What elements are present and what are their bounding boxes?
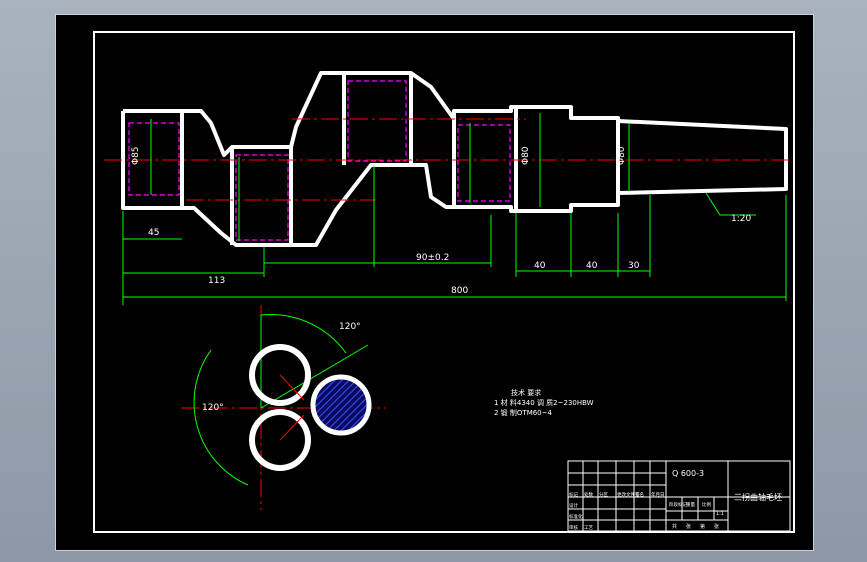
dim-dia-shaft2: Φ80 (617, 146, 627, 165)
tb-row-2: 审核 (569, 524, 578, 531)
notes-line-1: 1 材 料4340 调 质2~230HBW (494, 398, 594, 407)
angle-label-top: 120° (339, 322, 361, 332)
dimension-text-group: 45 113 90±0.2 40 40 30 800 1:20 Φ85 Φ80 … (131, 146, 751, 296)
dim-step1: 40 (534, 261, 546, 271)
dim-left-end: 45 (148, 228, 159, 238)
tb-header-0: 标记 (569, 491, 578, 498)
main-journal-section (310, 374, 372, 436)
tb-header-1: 处数 (584, 491, 593, 498)
dim-dia-left: Φ85 (131, 146, 141, 165)
tb-row-0: 设计 (569, 502, 578, 509)
tb-stage-2: 比例 (702, 501, 711, 508)
dim-113: 113 (208, 276, 225, 286)
dim-pin-tol: 90±0.2 (416, 253, 449, 263)
tb-footer-0: 共 (672, 523, 677, 530)
angle-arc-left (193, 349, 249, 486)
tb-header-4: 签名 (635, 491, 644, 498)
leader-label: 1:20 (731, 214, 751, 224)
title-block-text: Q 600-3 三拐曲轴毛坯 1:1 标记 处数 分区 更改文件号 签名 年月日… (569, 469, 782, 531)
dim-overall: 800 (451, 286, 468, 296)
drawing-number: Q 600-3 (672, 469, 704, 478)
tb-stage-0: 阶段标记 (669, 501, 687, 508)
technical-notes: 技术 要求 1 材 料4340 调 质2~230HBW 2 锻 制OTM60~4 (494, 388, 594, 417)
scale-value: 1:1 (716, 511, 724, 517)
tb-stage-1: 重量 (686, 501, 695, 508)
centerlines (104, 118, 791, 510)
tb-header-2: 分区 (599, 491, 608, 498)
tb-row-1: 标准化 (569, 513, 583, 520)
drawing-canvas: 45 113 90±0.2 40 40 30 800 1:20 Φ85 Φ80 … (93, 31, 795, 533)
cad-viewport[interactable]: 45 113 90±0.2 40 40 30 800 1:20 Φ85 Φ80 … (55, 14, 814, 551)
notes-line-2: 2 锻 制OTM60~4 (494, 408, 553, 417)
dim-step2: 40 (586, 261, 598, 271)
notes-heading: 技术 要求 (511, 388, 541, 397)
dim-dia-shaft1: Φ80 (521, 146, 531, 165)
end-view: 120° 120° (193, 314, 372, 486)
dim-step3: 30 (628, 261, 640, 271)
tb-header-5: 年月日 (651, 491, 665, 498)
tb-footer-3: 张 (714, 523, 719, 530)
tb-footer-1: 张 (686, 523, 691, 530)
tb-row-3: 工艺 (584, 525, 593, 531)
crankshaft-side-view (121, 71, 788, 247)
tb-footer-2: 第 (700, 523, 705, 530)
angle-label-left: 120° (202, 403, 224, 413)
part-name: 三拐曲轴毛坯 (734, 492, 782, 502)
